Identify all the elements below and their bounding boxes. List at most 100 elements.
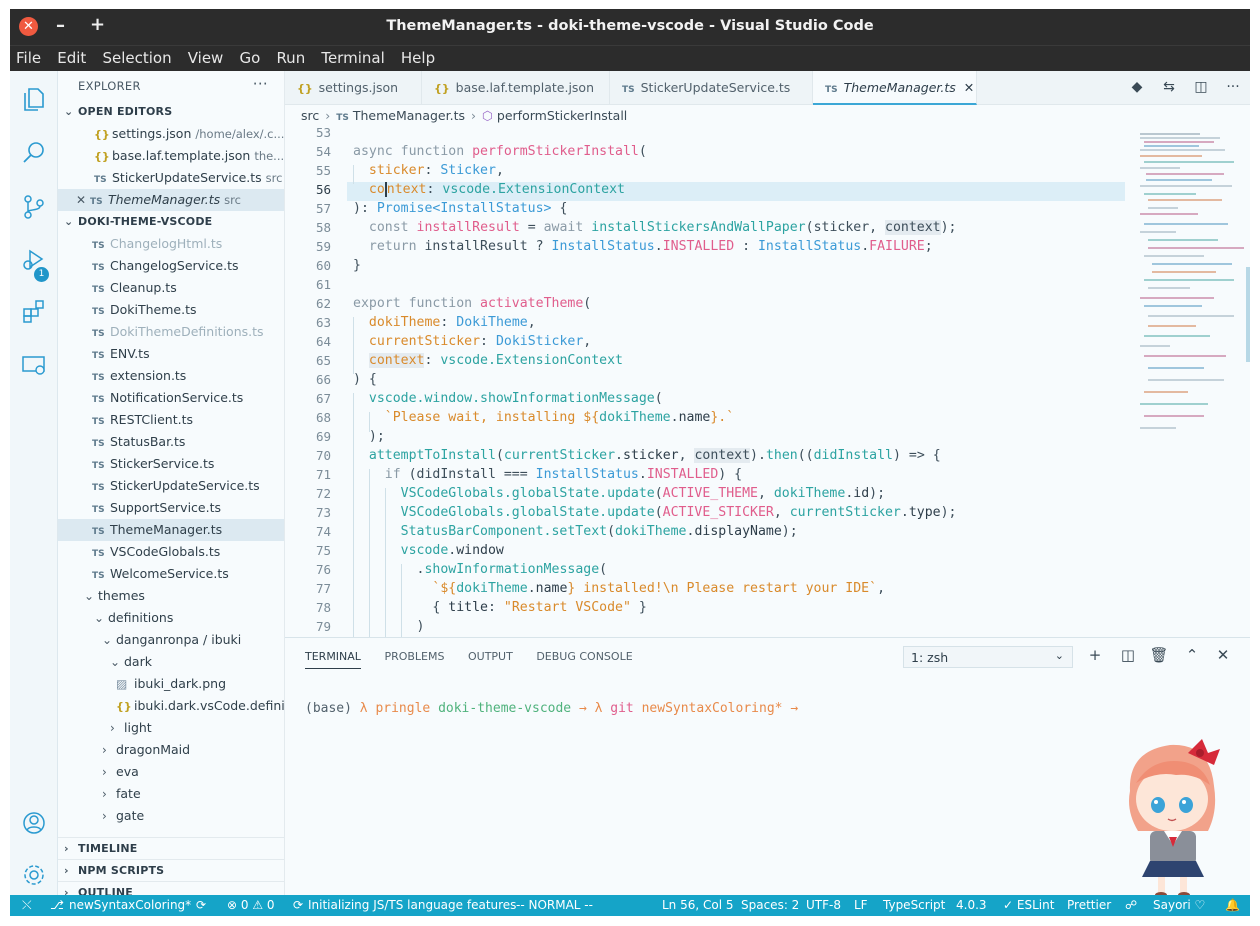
eslint-status[interactable]: ✓ ESLint [1003, 898, 1054, 912]
open-editor-item[interactable]: TS StickerUpdateService.ts src [58, 167, 284, 189]
menu-edit[interactable]: Edit [51, 46, 92, 67]
folder-danganronpa[interactable]: ⌄ danganronpa / ibuki [58, 629, 284, 651]
folder-light[interactable]: › light [58, 717, 284, 739]
cursor-position[interactable]: Ln 56, Col 5 [662, 898, 734, 912]
language-mode[interactable]: TypeScript [883, 898, 945, 912]
new-terminal-icon[interactable]: + [1085, 646, 1105, 664]
remote-icon[interactable]: ⤬ [22, 898, 32, 913]
folder-themes[interactable]: ⌄ themes [58, 585, 284, 607]
file-item[interactable]: TS SupportService.ts [58, 497, 284, 519]
settings-gear-icon[interactable] [20, 861, 48, 889]
trash-icon[interactable]: 🗑 [1149, 646, 1169, 664]
menu-selection[interactable]: Selection [96, 46, 177, 67]
folder-gate[interactable]: › gate [58, 805, 284, 827]
file-item[interactable]: TS ENV.ts [58, 343, 284, 365]
terminal-output[interactable]: (base) λ pringle doki-theme-vscode → λ g… [305, 701, 798, 716]
explorer-icon[interactable] [20, 85, 48, 113]
file-item[interactable]: TS RESTClient.ts [58, 409, 284, 431]
chevron-up-icon[interactable]: ⌃ [1182, 646, 1202, 664]
open-editor-item[interactable]: {} settings.json /home/alex/.c... [58, 123, 284, 145]
file-item[interactable]: TS DokiTheme.ts [58, 299, 284, 321]
file-item[interactable]: TS DokiThemeDefinitions.ts [58, 321, 284, 343]
split-terminal-icon[interactable]: ◫ [1118, 646, 1138, 664]
tab-terminal[interactable]: TERMINAL [305, 650, 361, 669]
git-commit-icon[interactable]: ◆ [1128, 79, 1146, 97]
file-item[interactable]: TS NotificationService.ts [58, 387, 284, 409]
file-item[interactable]: TS StickerUpdateService.ts [58, 475, 284, 497]
terminal-branch: newSyntaxColoring* [641, 701, 783, 716]
folder-dark[interactable]: ⌄ dark [58, 651, 284, 673]
remote-explorer-icon[interactable] [20, 351, 48, 379]
file-item[interactable]: TS ChangelogHtml.ts [58, 233, 284, 255]
folder-fate[interactable]: › fate [58, 783, 284, 805]
line-number: 53 [315, 127, 331, 140]
breadcrumb-file[interactable]: ThemeManager.ts [353, 108, 465, 123]
minimap[interactable] [1140, 133, 1244, 433]
file-item-active[interactable]: TS ThemeManager.ts [58, 519, 284, 541]
tab-output[interactable]: OUTPUT [468, 650, 513, 668]
outline-section[interactable]: › OUTLINE [58, 881, 284, 895]
tab-theme-manager[interactable]: TS ThemeManager.ts ✕ [813, 71, 977, 105]
folder-dragonmaid[interactable]: › dragonMaid [58, 739, 284, 761]
close-tab-icon[interactable]: ✕ [964, 80, 974, 95]
run-debug-icon[interactable] [20, 245, 48, 273]
open-editor-item[interactable]: {} base.laf.template.json the... [58, 145, 284, 167]
folder-definitions[interactable]: ⌄ definitions [58, 607, 284, 629]
file-item[interactable]: TS VSCodeGlobals.ts [58, 541, 284, 563]
tab-debug-console[interactable]: DEBUG CONSOLE [536, 650, 632, 668]
timeline-section[interactable]: › TIMELINE [58, 837, 284, 859]
file-item[interactable]: TS extension.ts [58, 365, 284, 387]
file-item[interactable]: TS ChangelogService.ts [58, 255, 284, 277]
menu-run[interactable]: Run [270, 46, 311, 67]
close-panel-icon[interactable]: ✕ [1213, 646, 1233, 664]
editor-scrollbar[interactable] [1246, 267, 1250, 362]
git-branch[interactable]: newSyntaxColoring* [69, 898, 191, 912]
tab-problems[interactable]: PROBLEMS [384, 650, 444, 668]
theme-status[interactable]: Sayori ♡ [1153, 898, 1205, 912]
line-number: 79 [315, 619, 331, 634]
source-control-icon[interactable] [20, 193, 48, 221]
file-item[interactable]: TS WelcomeService.ts [58, 563, 284, 585]
menu-help[interactable]: Help [395, 46, 441, 67]
breadcrumb: src › TS ThemeManager.ts › ⬡ performStickerI… [285, 105, 1250, 127]
extensions-icon[interactable] [20, 297, 48, 325]
breadcrumb-symbol[interactable]: performStickerInstall [497, 108, 627, 123]
search-icon[interactable] [20, 139, 48, 167]
end-of-line[interactable]: LF [854, 898, 868, 912]
ts-version[interactable]: 4.0.3 [956, 898, 987, 912]
sync-icon[interactable]: ⟳ [196, 898, 206, 912]
split-editor-icon[interactable]: ◫ [1192, 79, 1210, 97]
open-editors-section[interactable]: ⌄ OPEN EDITORS [58, 101, 284, 123]
tab-base-laf-template[interactable]: {} base.laf.template.json [422, 71, 610, 105]
prettier-status[interactable]: Prettier [1067, 898, 1111, 912]
compare-changes-icon[interactable]: ⇆ [1160, 79, 1178, 97]
file-item[interactable]: ▨ ibuki_dark.png [58, 673, 284, 695]
breadcrumb-folder[interactable]: src [301, 108, 319, 123]
terminal-select[interactable]: 1: zsh ⌄ [903, 646, 1073, 668]
project-section[interactable]: ⌄ DOKI-THEME-VSCODE [58, 211, 284, 233]
code-editor[interactable]: 53 54 55 56 57 58 59 60 61 62 63 64 65 6… [285, 127, 1250, 637]
more-actions-icon[interactable]: ··· [1224, 79, 1242, 97]
menu-go[interactable]: Go [233, 46, 266, 67]
open-editor-item-active[interactable]: ✕ TS ThemeManager.ts src [58, 189, 284, 211]
npm-scripts-section[interactable]: › NPM SCRIPTS [58, 859, 284, 881]
tab-settings-json[interactable]: {} settings.json [285, 71, 422, 105]
file-item[interactable]: TS Cleanup.ts [58, 277, 284, 299]
problems-count[interactable]: ⊗ 0 ⚠ 0 [227, 898, 275, 912]
code-line: ) [353, 619, 425, 634]
accounts-icon[interactable] [20, 809, 48, 837]
indentation[interactable]: Spaces: 2 [741, 898, 799, 912]
notifications-bell-icon[interactable]: 🔔 [1225, 898, 1240, 912]
menu-terminal[interactable]: Terminal [315, 46, 390, 67]
tab-sticker-update-service[interactable]: TS StickerUpdateService.ts [610, 71, 813, 105]
folder-eva[interactable]: › eva [58, 761, 284, 783]
more-actions-icon[interactable]: ··· [253, 75, 268, 93]
file-item[interactable]: TS StickerService.ts [58, 453, 284, 475]
menu-file[interactable]: File [10, 46, 47, 67]
feedback-icon[interactable]: ☍ [1125, 898, 1137, 912]
menu-view[interactable]: View [182, 46, 230, 67]
encoding[interactable]: UTF-8 [806, 898, 841, 912]
file-item[interactable]: TS StatusBar.ts [58, 431, 284, 453]
close-editor-icon[interactable]: ✕ [76, 189, 90, 211]
file-item[interactable]: {}ibuki.dark.vsCode.definit... [58, 695, 284, 717]
